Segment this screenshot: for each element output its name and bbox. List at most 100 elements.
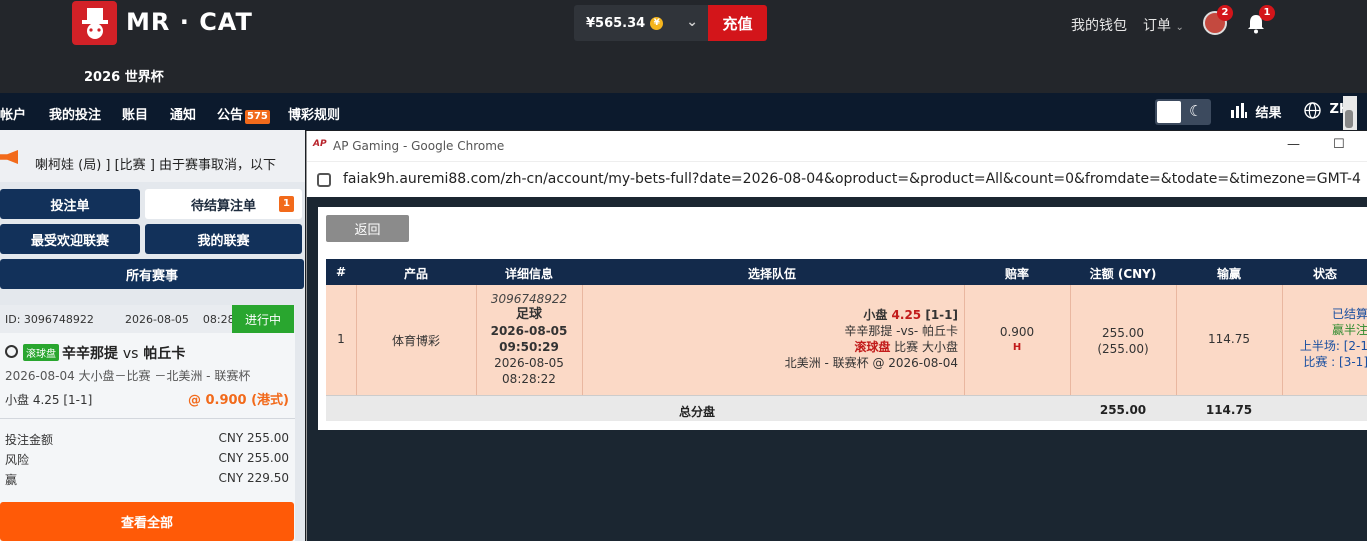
maximize-icon[interactable]: ☐: [1333, 137, 1345, 152]
nav-statement[interactable]: 账目: [122, 104, 148, 123]
away-team: 帕丘卡: [143, 346, 186, 362]
theme-toggle[interactable]: ☾: [1155, 99, 1211, 125]
soccer-ball-icon: [5, 345, 18, 358]
stake-sub: (255.00): [1097, 342, 1149, 356]
col-winloss: 输赢: [1216, 267, 1241, 281]
top-header: MR · CAT 2026 世界杯 ¥565.34 ¥ ⌄ 充值 我的钱包 订单…: [0, 0, 1367, 93]
event-time: 09:50:29: [499, 340, 559, 354]
balance-amount: ¥565.34: [586, 15, 646, 31]
market-type: 比赛 大小盘: [894, 340, 958, 354]
col-number: #: [335, 265, 347, 279]
popup-window: AP AP Gaming - Google Chrome — ☐ faiak9h…: [306, 131, 1367, 541]
col-stake: 注额 (CNY): [1089, 267, 1157, 281]
brand-logo-icon[interactable]: [72, 1, 117, 45]
market: 滚球盘 比赛 大小盘: [582, 339, 958, 355]
pending-count-badge: 1: [279, 196, 294, 212]
nav-my-bets[interactable]: 我的投注: [49, 104, 101, 123]
row-winloss: 114.75: [1208, 332, 1250, 346]
selection-score: [1-1]: [925, 308, 958, 322]
tab-all-events[interactable]: 所有赛事: [0, 259, 304, 289]
balance-display[interactable]: ¥565.34 ¥ ⌄: [574, 5, 708, 41]
left-sidebar: 喇柯娃 (局) ] [比赛 ] 由于赛事取消，以下 投注单 待结算注单 1 最受…: [0, 130, 305, 541]
tab-pending-label: 待结算注单: [190, 198, 256, 214]
league: 北美洲 - 联赛杯 @ 2026-08-04: [784, 356, 958, 370]
row-stake: 255.00 (255.00): [1070, 325, 1176, 357]
divider: [0, 418, 295, 419]
chevron-down-icon[interactable]: ⌄: [686, 14, 698, 30]
url-text[interactable]: faiak9h.auremi88.com/zh-cn/account/my-be…: [343, 171, 1361, 187]
odds-type: H: [1012, 342, 1022, 353]
page-scrollbar[interactable]: [1343, 96, 1357, 130]
total-row: 总分盘 255.00 114.75: [326, 395, 1367, 421]
row-product: 体育博彩: [391, 334, 440, 348]
event-date: 2026-08-05: [490, 324, 568, 338]
tab-my-leagues[interactable]: 我的联赛: [145, 224, 302, 254]
bet-status-badge: 进行中: [232, 305, 294, 333]
row-details: 3096748922 足球 2026-08-05 09:50:29 2026-0…: [476, 291, 582, 387]
recharge-button[interactable]: 充值: [708, 5, 767, 41]
results-link[interactable]: 结果: [1230, 102, 1282, 122]
globe-icon: [1304, 102, 1321, 119]
col-product: 产品: [403, 267, 428, 281]
minimize-icon[interactable]: —: [1287, 137, 1300, 152]
ap-gaming-logo: AP: [313, 139, 327, 149]
bets-content: 返回 # 产品 详细信息 选择队伍 赔率 注额 (CNY) 输赢 状态 1 体育…: [318, 207, 1367, 430]
row-odds: 0.900 H: [964, 325, 1070, 355]
col-odds: 赔率: [1004, 267, 1029, 281]
selection-type: 小盘: [863, 308, 888, 322]
address-bar[interactable]: faiak9h.auremi88.com/zh-cn/account/my-be…: [307, 161, 1367, 197]
status-result: 赢半注: [1331, 323, 1367, 337]
orders-label: 订单: [1143, 18, 1171, 34]
moon-icon: ☾: [1189, 102, 1203, 120]
selection-handicap: 4.25: [891, 308, 922, 322]
event-label[interactable]: 2026 世界杯: [84, 66, 164, 85]
orders-menu[interactable]: 订单 ⌄: [1143, 15, 1184, 35]
nav-announcements[interactable]: 公告 575: [217, 104, 270, 124]
tab-pending-bets[interactable]: 待结算注单 1: [145, 189, 302, 219]
announcement-marquee[interactable]: 喇柯娃 (局) ] [比赛 ] 由于赛事取消，以下: [0, 130, 305, 182]
bet-card-header: ID: 3096748922 2026-08-05 08:28 进行中: [0, 305, 295, 333]
bet-selection: 小盘 4.25 [1-1]: [5, 393, 93, 407]
tab-popular-leagues[interactable]: 最受欢迎联赛: [0, 224, 140, 254]
nav-notifications[interactable]: 通知: [170, 104, 196, 123]
match-name: 辛辛那提 vs 帕丘卡: [62, 343, 185, 363]
home-team: 辛辛那提: [62, 346, 118, 362]
risk-label: 风险: [5, 453, 30, 467]
megaphone-icon: [0, 150, 18, 164]
match-meta: 2026-08-04 大小盘－比赛 －北美洲 - 联赛杯: [5, 369, 251, 383]
nav-account[interactable]: 帐户: [0, 104, 26, 123]
table-header: # 产品 详细信息 选择队伍 赔率 注额 (CNY) 输赢 状态: [326, 259, 1367, 285]
total-winloss: 114.75: [1205, 403, 1253, 417]
light-mode-indicator: [1157, 101, 1181, 123]
sport-name: 足球: [515, 307, 542, 322]
site-info-icon[interactable]: [317, 173, 331, 187]
col-details: 详细信息: [504, 267, 553, 281]
marquee-text: 喇柯娃 (局) ] [比赛 ] 由于赛事取消，以下: [35, 158, 277, 173]
bar-chart-icon: [1231, 103, 1247, 118]
window-titlebar[interactable]: AP AP Gaming - Google Chrome — ☐: [307, 131, 1367, 161]
window-title: AP Gaming - Google Chrome: [333, 139, 505, 153]
win-label: 赢: [5, 473, 18, 487]
announcement-count-badge: 575: [245, 110, 270, 124]
bet-time: 2026-08-05 08:28: [125, 313, 235, 326]
status-full-score: 比赛 : [3-1]: [1303, 355, 1367, 369]
results-label: 结果: [1255, 106, 1282, 121]
market-live-tag: 滚球盘: [854, 340, 891, 354]
main-nav: 帐户 我的投注 账目 通知 公告 575 博彩规则 ☾ 结果 ZH: [0, 93, 1367, 130]
bet-date: 2026-08-05: [494, 356, 564, 370]
scrollbar-thumb[interactable]: [1345, 110, 1353, 128]
wallet-link[interactable]: 我的钱包: [1071, 15, 1127, 35]
row-selection: 小盘 4.25 [1-1] 辛辛那提 -vs- 帕丘卡 滚球盘 比赛 大小盘 北…: [582, 307, 958, 371]
back-button[interactable]: 返回: [326, 215, 409, 242]
nav-betting-rules[interactable]: 博彩规则: [288, 104, 340, 123]
table-row: 1 体育博彩 3096748922 足球 2026-08-05 09:50:29…: [326, 285, 1367, 395]
odds-value: 0.900: [999, 325, 1035, 339]
col-status: 状态: [1312, 267, 1337, 281]
brand-name[interactable]: MR · CAT: [126, 8, 253, 36]
view-all-button[interactable]: 查看全部: [0, 502, 294, 541]
chevron-down-icon: ⌄: [1175, 22, 1184, 33]
bet-time: 08:28:22: [502, 372, 556, 386]
stake-label: 投注金额: [5, 433, 54, 447]
teams: 辛辛那提 -vs- 帕丘卡: [844, 324, 958, 338]
tab-bet-slip[interactable]: 投注单: [0, 189, 140, 219]
